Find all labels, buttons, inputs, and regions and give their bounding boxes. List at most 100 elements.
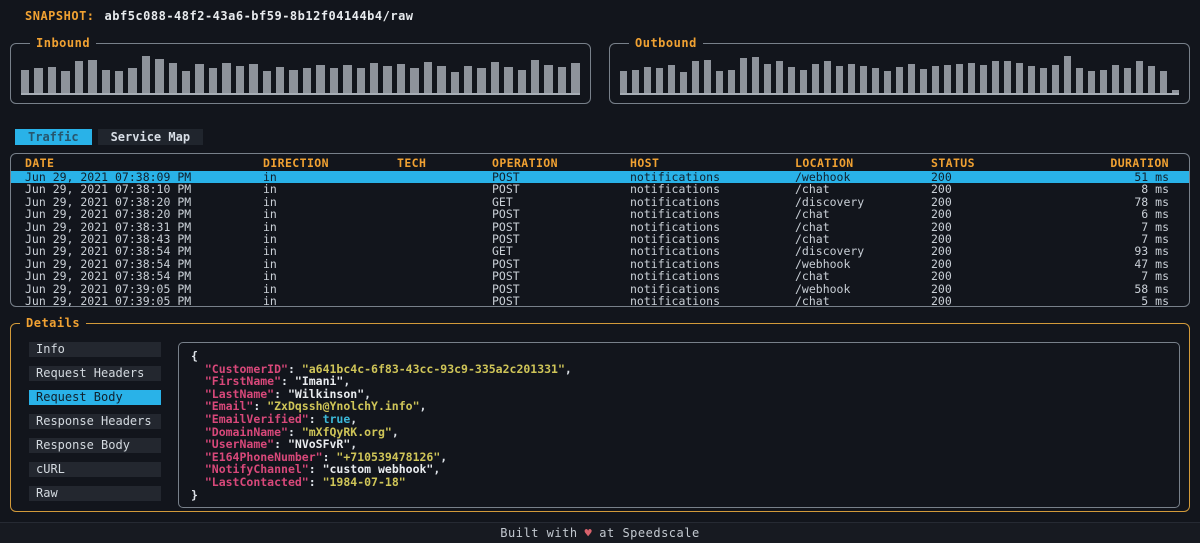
cell-tech (397, 270, 492, 282)
cell-status: 200 (931, 283, 1081, 295)
chart-bar (531, 60, 539, 93)
footer-bar: Built with ♥ at Speedscale (0, 522, 1200, 543)
chart-bar (1088, 71, 1095, 93)
cell-operation: POST (492, 183, 630, 195)
cell-duration: 6 ms (1081, 208, 1169, 220)
cell-location: /chat (795, 270, 931, 282)
json-comma: , (392, 425, 399, 439)
column-header-operation: OPERATION (492, 157, 630, 171)
chart-bar (1172, 90, 1179, 93)
chart-bar (788, 67, 795, 93)
cell-operation: POST (492, 208, 630, 220)
chart-bar (932, 66, 939, 93)
chart-bar (357, 68, 365, 93)
cell-direction: in (263, 258, 397, 270)
chart-bar (21, 70, 29, 93)
chart-bar (1040, 68, 1047, 93)
chart-bar (34, 68, 42, 93)
cell-host: notifications (630, 295, 795, 307)
details-menu-item-curl[interactable]: cURL (29, 462, 161, 477)
chart-bar (1112, 65, 1119, 93)
cell-host: notifications (630, 208, 795, 220)
cell-date: Jun 29, 2021 07:38:54 PM (25, 270, 263, 282)
chart-bar (115, 71, 123, 93)
request-body-json: { "CustomerID": "a641bc4c-6f83-43cc-93c9… (178, 342, 1180, 508)
cell-tech (397, 221, 492, 233)
table-row[interactable]: Jun 29, 2021 07:38:54 PMinGETnotificatio… (11, 245, 1189, 257)
json-brace: } (191, 488, 198, 502)
chart-bar (980, 65, 987, 93)
column-header-status: STATUS (931, 157, 1081, 171)
chart-bar (383, 66, 391, 93)
details-menu-item-response-headers[interactable]: Response Headers (29, 414, 161, 429)
json-comma: , (433, 462, 440, 476)
snapshot-label: SNAPSHOT: (25, 9, 95, 23)
tab-traffic[interactable]: Traffic (15, 129, 92, 145)
details-menu-item-response-body[interactable]: Response Body (29, 438, 161, 453)
cell-direction: in (263, 233, 397, 245)
chart-bar (1148, 66, 1155, 93)
cell-tech (397, 233, 492, 245)
chart-bar (48, 67, 56, 93)
inbound-bars (21, 53, 580, 93)
chart-bar (276, 67, 284, 93)
chart-bar (128, 68, 136, 93)
chart-bar (437, 66, 445, 93)
chart-bar (169, 63, 177, 93)
cell-direction: in (263, 283, 397, 295)
chart-bar (668, 65, 675, 93)
cell-tech (397, 171, 492, 183)
chart-bar (182, 71, 190, 93)
table-row[interactable]: Jun 29, 2021 07:38:54 PMinPOSTnotificati… (11, 270, 1189, 282)
details-menu-item-request-headers[interactable]: Request Headers (29, 366, 161, 381)
chart-bar (303, 68, 311, 93)
table-row[interactable]: Jun 29, 2021 07:39:05 PMinPOSTnotificati… (11, 295, 1189, 307)
json-line: } (191, 489, 1167, 502)
cell-operation: POST (492, 295, 630, 307)
chart-bar (800, 70, 807, 93)
chart-bar (920, 69, 927, 93)
cell-status: 200 (931, 258, 1081, 270)
column-header-duration: DURATION (1081, 157, 1169, 171)
chart-bar (1136, 61, 1143, 93)
chart-bar (249, 64, 257, 93)
cell-direction: in (263, 221, 397, 233)
cell-status: 200 (931, 221, 1081, 233)
details-menu: Info Request Headers Request Body Response … (29, 342, 161, 508)
cell-direction: in (263, 270, 397, 282)
chart-bar (680, 72, 687, 93)
chart-bar (424, 62, 432, 93)
chart-bar (1016, 63, 1023, 93)
chart-bar (632, 70, 639, 93)
cell-location: /chat (795, 183, 931, 195)
chart-bar (956, 64, 963, 93)
chart-bar (263, 71, 271, 93)
outbound-chart-title: Outbound (629, 36, 703, 50)
chart-bar (728, 70, 735, 93)
chart-bar (142, 56, 150, 93)
chart-bar (88, 60, 96, 93)
details-menu-item-info[interactable]: Info (29, 342, 161, 357)
chart-bar (464, 66, 472, 93)
chart-bar (716, 71, 723, 93)
chart-bar (644, 67, 651, 93)
cell-tech (397, 183, 492, 195)
details-content: Info Request Headers Request Body Response … (11, 330, 1189, 508)
chart-bar (884, 71, 891, 93)
cell-duration: 7 ms (1081, 270, 1169, 282)
details-menu-item-raw[interactable]: Raw (29, 486, 161, 501)
chart-bar (518, 70, 526, 93)
details-menu-item-request-body[interactable]: Request Body (29, 390, 161, 405)
table-row[interactable]: Jun 29, 2021 07:38:20 PMinPOSTnotificati… (11, 208, 1189, 220)
cell-host: notifications (630, 245, 795, 257)
chart-bar (836, 66, 843, 93)
cell-status: 200 (931, 171, 1081, 183)
chart-bar (330, 68, 338, 93)
cell-date: Jun 29, 2021 07:38:20 PM (25, 208, 263, 220)
table-row[interactable]: Jun 29, 2021 07:38:10 PMinPOSTnotificati… (11, 183, 1189, 195)
chart-bar (209, 68, 217, 93)
details-panel: Details InfoRequest HeadersRequest BodyR… (10, 316, 1190, 512)
app-window: SNAPSHOT: abf5c088-48f2-43a6-bf59-8b12f0… (0, 0, 1200, 543)
tab-service-map[interactable]: Service Map (98, 129, 203, 145)
chart-bar (289, 70, 297, 93)
